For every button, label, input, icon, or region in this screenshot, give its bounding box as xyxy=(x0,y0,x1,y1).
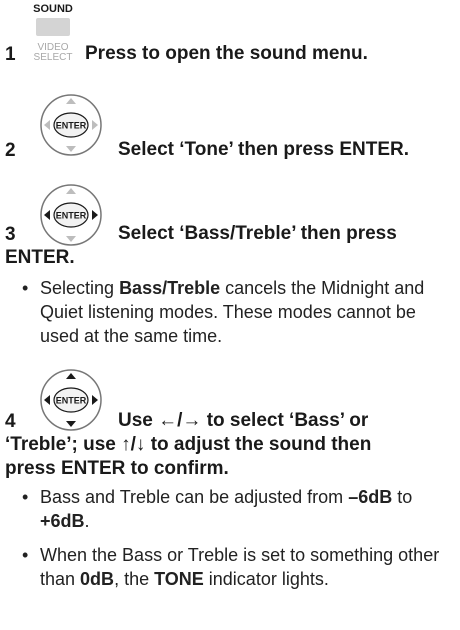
sound-label: SOUND xyxy=(33,3,73,15)
list-item: Selecting Bass/Treble cancels the Midnig… xyxy=(18,276,448,348)
step-3-text-line2: ENTER. xyxy=(5,247,75,268)
step-4-text-line1: Use ←/→ to select ‘Bass’ or xyxy=(118,410,369,431)
step-4-notes: Bass and Treble can be adjusted from –6d… xyxy=(18,485,448,601)
step-number-4: 4 xyxy=(5,411,16,432)
list-item: When the Bass or Treble is set to someth… xyxy=(18,543,448,591)
step-4-text-line3: press ENTER to confirm. xyxy=(5,458,229,479)
list-item: Bass and Treble can be adjusted from –6d… xyxy=(18,485,448,533)
step-3-notes: Selecting Bass/Treble cancels the Midnig… xyxy=(18,276,448,358)
step-2: ENTER 2 Select ‘Tone’ then press ENTER. xyxy=(0,90,460,170)
enter-dpad-icon: ENTER xyxy=(40,94,102,156)
step-3: ENTER 3 Select ‘Bass/Treble’ then press … xyxy=(0,180,460,380)
sound-button-icon: SOUND VIDEO SELECT xyxy=(33,3,73,63)
select-label: SELECT xyxy=(34,52,73,63)
svg-text:ENTER: ENTER xyxy=(56,396,87,406)
svg-text:ENTER: ENTER xyxy=(56,121,87,131)
step-4-text-line2: ‘Treble’; use ↑/↓ to adjust the sound th… xyxy=(5,434,372,455)
step-2-text: Select ‘Tone’ then press ENTER. xyxy=(118,139,410,160)
step-number-1: 1 xyxy=(5,44,16,65)
step-3-text-line1: Select ‘Bass/Treble’ then press xyxy=(118,223,397,244)
step-1-text: Press to open the sound menu. xyxy=(85,43,368,64)
enter-dpad-icon: ENTER xyxy=(40,184,102,246)
step-4: ENTER 4 Use ←/→ to select ‘Bass’ or ‘Tre… xyxy=(0,365,460,630)
step-1: SOUND VIDEO SELECT 1 Press to open the s… xyxy=(0,0,460,80)
svg-text:ENTER: ENTER xyxy=(56,211,87,221)
enter-dpad-icon: ENTER xyxy=(40,369,102,431)
step-number-2: 2 xyxy=(5,140,16,161)
step-number-3: 3 xyxy=(5,224,16,245)
